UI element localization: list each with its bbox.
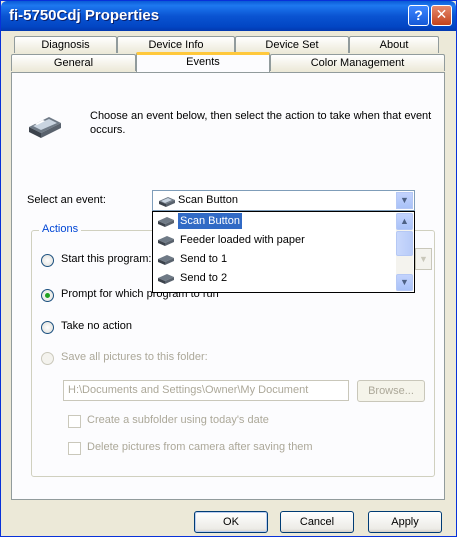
tab-color-management[interactable]: Color Management <box>270 54 445 71</box>
title-bar[interactable]: fi-5750Cdj Properties ? ✕ <box>1 1 456 31</box>
scanner-icon <box>159 197 175 207</box>
list-item[interactable]: Send to 1 <box>154 251 394 267</box>
chevron-down-icon[interactable]: ▼ <box>396 192 413 209</box>
list-item-label: Send to 1 <box>180 253 228 265</box>
scanner-icon <box>158 255 174 265</box>
event-select[interactable]: Scan Button ▼ <box>152 190 415 211</box>
radio-button[interactable] <box>41 254 54 267</box>
subfolder-checkbox <box>68 415 81 428</box>
tab-device-info[interactable]: Device Info <box>117 36 235 53</box>
properties-dialog: fi-5750Cdj Properties ? ✕ Diagnosis Devi… <box>0 0 457 537</box>
list-item-label: Scan Button <box>177 212 243 230</box>
radio-button <box>41 352 54 365</box>
dropdown-scrollbar[interactable]: ▲ ▼ <box>396 213 413 291</box>
window-title: fi-5750Cdj Properties <box>9 7 160 24</box>
apply-button[interactable]: Apply <box>368 511 442 533</box>
list-item-label: Feeder loaded with paper <box>180 234 305 246</box>
no-action-label: Take no action <box>61 320 132 332</box>
tab-events[interactable]: Events <box>136 52 270 72</box>
subfolder-label: Create a subfolder using today's date <box>87 414 269 426</box>
tab-about[interactable]: About <box>349 36 439 53</box>
scanner-icon <box>158 236 174 246</box>
list-item[interactable]: Send to 2 <box>154 270 394 286</box>
tab-device-set[interactable]: Device Set <box>235 36 349 53</box>
scroll-down-icon[interactable]: ▼ <box>396 274 413 291</box>
help-button[interactable]: ? <box>408 5 429 26</box>
folder-path-field: H:\Documents and Settings\Owner\My Docum… <box>63 380 349 401</box>
delete-pictures-label: Delete pictures from camera after saving… <box>87 441 313 453</box>
event-select-value: Scan Button <box>178 194 238 206</box>
program-select-arrow: ▼ <box>415 248 432 270</box>
scroll-up-icon[interactable]: ▲ <box>396 213 413 230</box>
radio-button[interactable] <box>41 321 54 334</box>
scanner-icon <box>158 274 174 284</box>
tab-diagnosis[interactable]: Diagnosis <box>14 36 117 53</box>
scanner-icon <box>29 117 61 138</box>
start-program-label: Start this program: <box>61 253 152 265</box>
intro-text: Choose an event below, then select the a… <box>90 110 432 136</box>
actions-legend: Actions <box>39 223 82 235</box>
radio-button[interactable] <box>41 289 54 302</box>
scrollbar-thumb[interactable] <box>396 231 413 256</box>
select-event-label: Select an event: <box>27 194 106 206</box>
save-pictures-label: Save all pictures to this folder: <box>61 351 208 363</box>
tab-general[interactable]: General <box>11 54 136 71</box>
delete-pictures-checkbox <box>68 442 81 455</box>
close-button[interactable]: ✕ <box>431 5 452 26</box>
cancel-button[interactable]: Cancel <box>280 511 354 533</box>
event-dropdown-list[interactable]: Scan Button Feeder loaded with paper Sen… <box>152 211 415 293</box>
scanner-icon <box>158 217 174 227</box>
list-item[interactable]: Scan Button <box>154 212 394 230</box>
list-item-label: Send to 2 <box>180 272 228 284</box>
browse-button: Browse... <box>357 380 425 402</box>
list-item[interactable]: Feeder loaded with paper <box>154 232 394 248</box>
ok-button[interactable]: OK <box>194 511 268 533</box>
